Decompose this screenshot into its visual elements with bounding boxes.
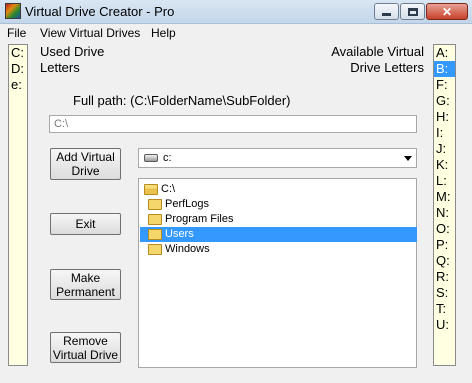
available-letter-item[interactable]: F: — [434, 77, 455, 93]
menu-view-virtual-drives[interactable]: View Virtual Drives — [40, 26, 140, 40]
folder-tree[interactable]: C:\ PerfLogs Program Files Users Windows — [138, 178, 417, 368]
menu-file[interactable]: File — [7, 26, 26, 40]
window-title: Virtual Drive Creator - Pro — [25, 4, 175, 19]
close-button[interactable]: ✕ — [426, 3, 468, 20]
available-letter-item[interactable]: L: — [434, 173, 455, 189]
remove-virtual-drive-button[interactable]: Remove Virtual Drive — [50, 332, 121, 363]
minimize-icon — [382, 13, 391, 16]
available-letter-item[interactable]: S: — [434, 285, 455, 301]
used-letter-item[interactable]: D: — [9, 61, 27, 77]
folder-tree-item[interactable]: PerfLogs — [140, 197, 417, 212]
add-virtual-drive-button[interactable]: Add Virtual Drive — [50, 148, 121, 180]
make-permanent-line2: Permanent — [56, 284, 115, 299]
chevron-down-icon[interactable] — [404, 156, 412, 161]
drive-icon — [144, 154, 158, 162]
available-letter-item[interactable]: A: — [434, 45, 455, 61]
available-letter-item[interactable]: I: — [434, 125, 455, 141]
available-drive-letters-list[interactable]: A: B: F: G: H: I: J: K: L: M: N: O: P: Q… — [433, 44, 456, 366]
folder-icon — [148, 199, 162, 210]
folder-tree-item-label: C:\ — [161, 183, 176, 195]
maximize-button[interactable] — [400, 3, 425, 20]
full-path-label: Full path: (C:\FolderName\SubFolder) — [73, 93, 291, 108]
menu-bar: File View Virtual Drives Help — [0, 24, 472, 42]
available-letter-item[interactable]: R: — [434, 269, 455, 285]
maximize-icon — [407, 7, 418, 16]
exit-button[interactable]: Exit — [50, 213, 121, 235]
folder-tree-item-selected[interactable]: Users — [140, 227, 417, 242]
add-button-line1: Add Virtual — [56, 150, 115, 164]
full-path-input[interactable] — [49, 115, 417, 133]
available-drive-letters-label: Available Virtual Drive Letters — [318, 44, 424, 76]
folder-tree-item[interactable]: Windows — [140, 242, 417, 257]
available-letter-item[interactable]: P: — [434, 237, 455, 253]
available-letter-item[interactable]: O: — [434, 221, 455, 237]
available-letter-item[interactable]: T: — [434, 301, 455, 317]
folder-icon — [148, 244, 162, 255]
available-letter-item[interactable]: J: — [434, 141, 455, 157]
folder-tree-item[interactable]: Program Files — [140, 212, 417, 227]
available-letter-item[interactable]: U: — [434, 317, 455, 333]
app-icon — [5, 3, 21, 19]
used-label-line2: Letters — [40, 60, 80, 75]
title-bar[interactable]: Virtual Drive Creator - Pro ✕ — [0, 0, 472, 24]
make-permanent-line1: Make — [70, 270, 101, 285]
available-letter-item[interactable]: N: — [434, 205, 455, 221]
remove-button-line1: Remove — [63, 333, 108, 348]
folder-tree-item-label: PerfLogs — [165, 198, 210, 210]
folder-tree-item-label: Users — [165, 228, 194, 240]
used-label-line1: Used Drive — [40, 44, 105, 59]
available-label-line1: Available Virtual — [331, 44, 424, 59]
close-icon: ✕ — [441, 4, 453, 19]
folder-tree-item-label: Windows — [165, 243, 210, 255]
main-panel: C: D: e: Used Drive Letters Available Vi… — [0, 42, 472, 383]
remove-button-line2: Virtual Drive — [52, 347, 119, 362]
available-label-line2: Drive Letters — [350, 60, 424, 75]
used-letter-item[interactable]: C: — [9, 45, 27, 61]
available-letter-item[interactable]: G: — [434, 93, 455, 109]
available-letter-item[interactable]: Q: — [434, 253, 455, 269]
add-button-line2: Drive — [71, 164, 100, 178]
drive-select[interactable]: c: — [138, 148, 417, 168]
used-letter-item[interactable]: e: — [9, 77, 27, 93]
folder-icon — [148, 229, 162, 240]
used-drive-letters-label: Used Drive Letters — [40, 44, 104, 76]
folder-icon — [148, 214, 162, 225]
used-drive-letters-list[interactable]: C: D: e: — [8, 44, 28, 366]
make-permanent-button[interactable]: Make Permanent — [50, 269, 121, 300]
minimize-button[interactable] — [374, 3, 399, 20]
folder-tree-item[interactable]: C:\ — [140, 182, 417, 197]
available-letter-item[interactable]: M: — [434, 189, 455, 205]
available-letter-item-selected[interactable]: B: — [434, 61, 455, 77]
open-folder-icon — [144, 184, 158, 195]
folder-tree-item-label: Program Files — [165, 213, 234, 225]
available-letter-item[interactable]: K: — [434, 157, 455, 173]
menu-help[interactable]: Help — [151, 26, 176, 40]
drive-select-value: c: — [163, 152, 172, 164]
available-letter-item[interactable]: H: — [434, 109, 455, 125]
